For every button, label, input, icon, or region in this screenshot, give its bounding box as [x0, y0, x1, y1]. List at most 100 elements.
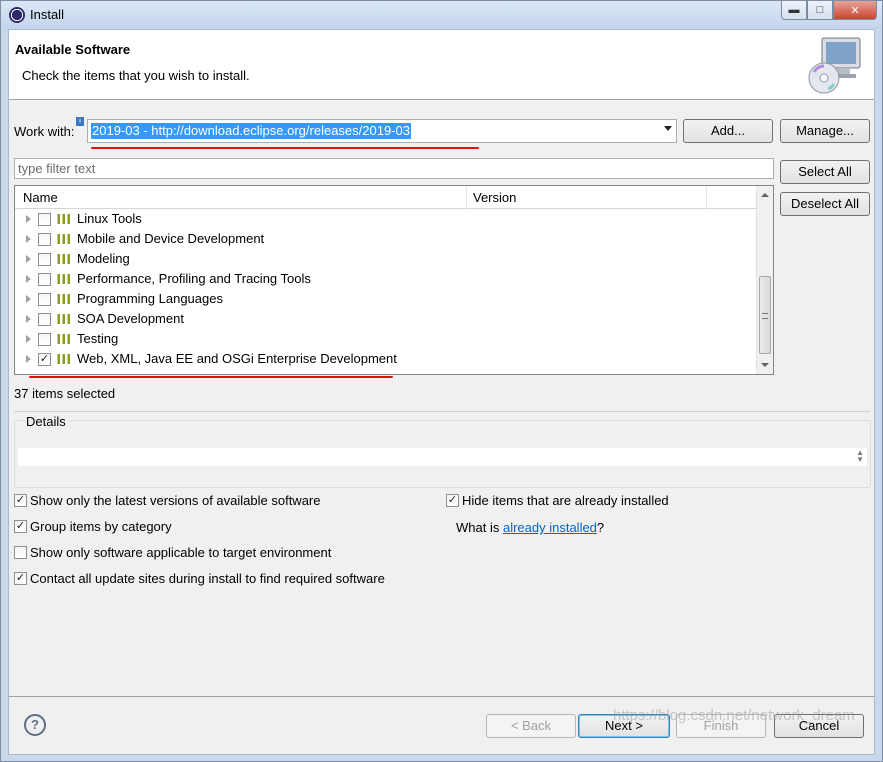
details-legend: Details — [24, 414, 68, 429]
feature-package-icon — [57, 294, 72, 304]
back-button-label: < Back — [510, 718, 552, 733]
window-title: Install — [30, 7, 64, 22]
page-title: Available Software — [15, 42, 131, 57]
latest-versions-label: Show only the latest versions of availab… — [30, 493, 321, 508]
tree-row-checkbox[interactable] — [38, 333, 51, 346]
tree-row-label: Performance, Profiling and Tracing Tools — [77, 271, 311, 286]
details-text-area[interactable] — [17, 447, 868, 467]
tree-header: Name Version — [15, 186, 756, 209]
expand-arrow-icon[interactable] — [26, 295, 31, 303]
select-all-label: Select All — [798, 164, 852, 179]
tree-row-checkbox[interactable] — [38, 273, 51, 286]
feature-package-icon — [57, 334, 72, 344]
contact-sites-option[interactable]: ✓ Contact all update sites during instal… — [14, 570, 434, 588]
minimize-icon: ▬ — [788, 4, 800, 16]
group-by-category-option[interactable]: ✓ Group items by category — [14, 518, 434, 536]
help-icon[interactable]: ? — [24, 714, 46, 736]
tree-row-label: Web, XML, Java EE and OSGi Enterprise De… — [77, 351, 397, 366]
filter-input[interactable]: type filter text — [14, 158, 774, 179]
details-group: Details ▲ ▼ — [14, 414, 871, 488]
button-bar-divider — [9, 696, 874, 697]
install-disc-monitor-icon — [808, 37, 861, 94]
tree-row[interactable]: SOA Development — [15, 309, 756, 329]
expand-arrow-icon[interactable] — [26, 215, 31, 223]
tree-row[interactable]: Testing — [15, 329, 756, 349]
contact-sites-checkbox[interactable]: ✓ — [14, 572, 27, 585]
manage-button-label: Manage... — [796, 123, 854, 138]
filter-placeholder: type filter text — [18, 161, 96, 176]
scrollbar-thumb[interactable] — [759, 276, 771, 354]
expand-arrow-icon[interactable] — [26, 315, 31, 323]
add-button-label: Add... — [711, 123, 745, 138]
watermark-text: https://blog.csdn.net/network_dream — [613, 707, 855, 724]
expand-arrow-icon[interactable] — [26, 255, 31, 263]
feature-package-icon — [57, 314, 72, 324]
back-button[interactable]: < Back — [486, 714, 576, 738]
chevron-down-icon[interactable] — [664, 126, 672, 131]
group-by-category-label: Group items by category — [30, 519, 172, 534]
tree-row-label: Modeling — [77, 251, 130, 266]
column-header-version[interactable]: Version — [473, 190, 516, 205]
scroll-up-icon[interactable] — [761, 193, 769, 197]
select-all-button[interactable]: Select All — [780, 160, 870, 184]
expand-arrow-icon[interactable] — [26, 235, 31, 243]
tree-scrollbar[interactable] — [756, 186, 773, 374]
feature-package-icon — [57, 254, 72, 264]
column-header-name[interactable]: Name — [23, 190, 58, 205]
expand-arrow-icon[interactable] — [26, 335, 31, 343]
close-button[interactable]: ✕ — [833, 1, 877, 20]
column-divider[interactable] — [466, 186, 467, 209]
maximize-button[interactable]: □ — [807, 1, 833, 20]
tree-row-checkbox[interactable] — [38, 213, 51, 226]
tree-row-checkbox[interactable] — [38, 293, 51, 306]
work-with-combo[interactable]: 2019-03 - http://download.eclipse.org/re… — [87, 119, 677, 143]
feature-package-icon — [57, 274, 72, 284]
eclipse-icon — [9, 7, 25, 23]
tree-row-checkbox[interactable] — [38, 233, 51, 246]
tree-row-checkbox[interactable]: ✓ — [38, 353, 51, 366]
add-button[interactable]: Add... — [683, 119, 773, 143]
group-by-category-checkbox[interactable]: ✓ — [14, 520, 27, 533]
tree-row[interactable]: ✓ Web, XML, Java EE and OSGi Enterprise … — [15, 349, 756, 369]
target-env-option[interactable]: Show only software applicable to target … — [14, 544, 434, 562]
details-scroll-icon[interactable]: ▲ ▼ — [856, 449, 864, 464]
info-icon: i — [76, 117, 84, 126]
software-tree[interactable]: Name Version Linux Tools Mobile and Devi… — [14, 185, 774, 375]
dialog-client-area: Available Software Check the items that … — [8, 29, 875, 755]
window-controls: ▬ □ ✕ — [781, 1, 877, 20]
tree-row-checkbox[interactable] — [38, 253, 51, 266]
latest-versions-checkbox[interactable]: ✓ — [14, 494, 27, 507]
expand-arrow-icon[interactable] — [26, 355, 31, 363]
tree-rows: Linux Tools Mobile and Device Developmen… — [15, 209, 756, 369]
tree-row[interactable]: Programming Languages — [15, 289, 756, 309]
expand-arrow-icon[interactable] — [26, 275, 31, 283]
close-icon: ✕ — [850, 4, 860, 17]
latest-versions-option[interactable]: ✓ Show only the latest versions of avail… — [14, 492, 434, 510]
wizard-header: Available Software Check the items that … — [9, 30, 874, 100]
title-bar[interactable]: Install ▬ □ ✕ — [1, 1, 882, 29]
tree-row[interactable]: Mobile and Device Development — [15, 229, 756, 249]
hide-installed-label: Hide items that are already installed — [462, 493, 669, 508]
tree-row-checkbox[interactable] — [38, 313, 51, 326]
divider — [14, 411, 870, 412]
column-divider[interactable] — [706, 186, 707, 209]
tree-row[interactable]: Linux Tools — [15, 209, 756, 229]
tree-row[interactable]: Modeling — [15, 249, 756, 269]
tree-row-label: Programming Languages — [77, 291, 223, 306]
tree-row-label: SOA Development — [77, 311, 184, 326]
annotation-underline-url — [91, 147, 479, 149]
scroll-down-icon[interactable] — [761, 363, 769, 367]
already-installed-link[interactable]: already installed — [503, 520, 597, 535]
target-env-checkbox[interactable] — [14, 546, 27, 559]
tree-row[interactable]: Performance, Profiling and Tracing Tools — [15, 269, 756, 289]
what-is-installed: What is already installed? — [456, 520, 604, 535]
page-description: Check the items that you wish to install… — [22, 68, 250, 83]
deselect-all-button[interactable]: Deselect All — [780, 192, 870, 216]
hide-installed-checkbox[interactable]: ✓ — [446, 494, 459, 507]
work-with-label: Work with: — [14, 124, 75, 139]
hide-installed-option[interactable]: ✓ Hide items that are already installed — [446, 492, 746, 510]
minimize-button[interactable]: ▬ — [781, 1, 807, 20]
selected-count: 37 items selected — [14, 386, 116, 401]
what-is-suffix: ? — [596, 520, 605, 535]
manage-button[interactable]: Manage... — [780, 119, 870, 143]
